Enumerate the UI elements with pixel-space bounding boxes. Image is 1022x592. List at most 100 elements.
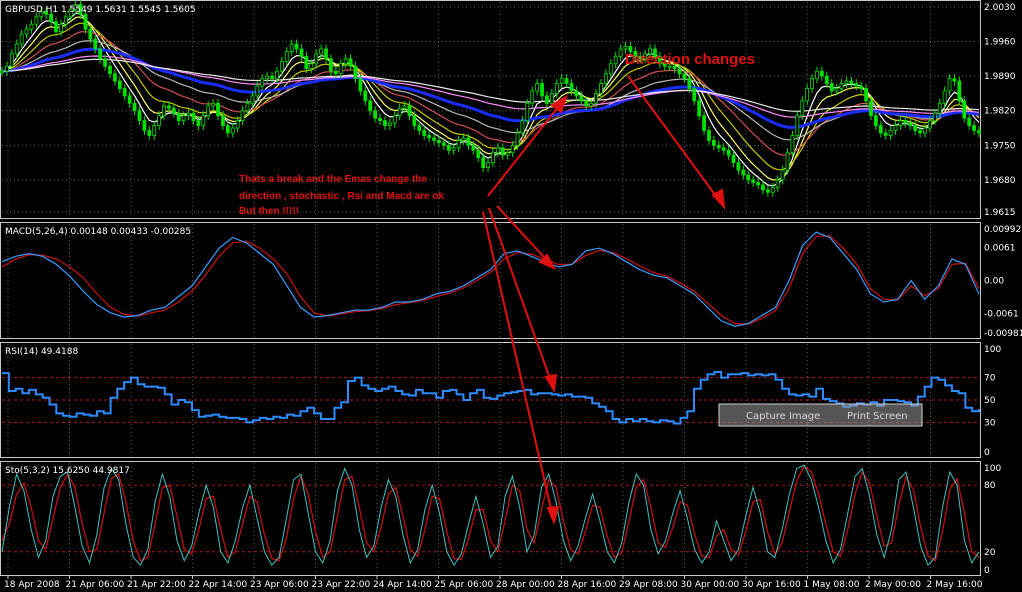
candle-body [88, 28, 93, 40]
candle-body [800, 100, 805, 117]
candle-body [520, 120, 525, 134]
candle-body [486, 162, 490, 168]
capture-image-button[interactable]: Capture Image [746, 411, 820, 422]
candle-body [545, 95, 549, 104]
candle-body [250, 95, 255, 104]
candle-body [731, 154, 736, 164]
candle-body [618, 48, 623, 57]
candle-body [530, 90, 535, 104]
candle-body [977, 130, 981, 134]
candle-body [432, 137, 436, 141]
candle-body [795, 115, 800, 136]
candle-body [687, 78, 692, 89]
candle-body [309, 63, 314, 70]
time-label: 1 May 08:00 [804, 580, 860, 590]
note-line-3: But then !!!!! [239, 206, 299, 217]
candle-body [500, 147, 505, 156]
candle-body [932, 112, 937, 122]
candle-body [117, 80, 122, 89]
candle-body [196, 120, 201, 126]
candle-body [849, 80, 854, 84]
candle-body [427, 135, 432, 139]
candle-body [819, 70, 824, 77]
candle-body [711, 139, 716, 146]
candle-body [510, 144, 515, 154]
candle-body [859, 85, 864, 89]
candle-body [260, 78, 265, 87]
scale-label: 80 [984, 481, 996, 491]
print-screen-button[interactable]: Print Screen [847, 411, 908, 422]
candle-body [883, 132, 888, 136]
candle-body [176, 112, 181, 122]
candle-body [707, 130, 711, 141]
candle-body [697, 100, 702, 117]
candle-body [854, 83, 859, 87]
candle-body [373, 110, 378, 119]
candle-body [471, 144, 476, 151]
candle-body [103, 58, 108, 67]
candle-body [466, 137, 471, 146]
time-label: 25 Apr 06:00 [435, 580, 494, 590]
candle-body [343, 58, 348, 65]
candle-body [221, 115, 225, 126]
time-label: 23 Apr 22:00 [312, 580, 371, 590]
candle-body [898, 120, 903, 126]
time-label: 2 May 16:00 [927, 580, 983, 590]
trading-chart[interactable]: 2.0030 1.9960 1.9890 1.9820 1.9750 1.9680 1.96… [0, 0, 1022, 592]
time-label: 28 Apr 00:00 [496, 580, 555, 590]
candle-body [564, 78, 569, 84]
capture-overlay: Capture Image Print Screen [718, 403, 923, 427]
candle-body [358, 78, 363, 92]
direction-changes-label: Direction changes [625, 51, 755, 68]
candle-body [201, 115, 206, 126]
time-label: 28 Apr 16:00 [558, 580, 617, 590]
candle-body [554, 83, 559, 94]
candle-body [599, 83, 603, 94]
candle-body [59, 23, 63, 33]
candle-body [829, 83, 834, 92]
scale-label: 70 [984, 374, 996, 384]
candle-body [461, 137, 466, 141]
candle-body [775, 179, 780, 188]
candle-body [893, 125, 898, 131]
candle-body [716, 144, 721, 149]
time-label: 29 Apr 08:00 [619, 580, 678, 590]
candle-body [677, 68, 682, 75]
rsi-panel-label: RSI(14) 49.4188 [5, 347, 78, 357]
scale-label: 0.00992 [984, 225, 1021, 235]
candle-body [972, 125, 976, 131]
scale-label: 0.00 [984, 277, 1004, 287]
candle-body [387, 122, 392, 126]
candle-body [83, 13, 88, 30]
candle-body [24, 28, 29, 35]
candle-body [962, 100, 967, 119]
time-label: 18 Apr 2008 [4, 580, 60, 590]
candle-body [456, 139, 461, 149]
candle-body [446, 144, 451, 151]
candle-body [569, 83, 574, 92]
scale-label: 2.0030 [984, 3, 1016, 13]
candle-body [692, 88, 697, 102]
candle-body [913, 125, 918, 131]
candle-body [265, 75, 270, 80]
candle-body [412, 115, 417, 126]
candle-body [476, 149, 481, 159]
candle-body [869, 100, 873, 117]
candle-body [613, 55, 618, 65]
candle-body [152, 125, 157, 136]
candle-body [29, 23, 34, 30]
candle-body [726, 149, 731, 156]
candle-body [540, 83, 544, 97]
candle-body [289, 43, 294, 52]
candle-body [329, 58, 333, 72]
candle-body [142, 120, 147, 131]
candle-body [235, 120, 240, 129]
candle-body [162, 105, 166, 117]
candle-body [240, 110, 245, 122]
candle-body [211, 102, 216, 107]
candle-body [751, 179, 756, 183]
candle-body [682, 73, 687, 80]
candle-body [402, 105, 407, 109]
candle-body [505, 152, 510, 156]
candle-body [437, 139, 441, 144]
